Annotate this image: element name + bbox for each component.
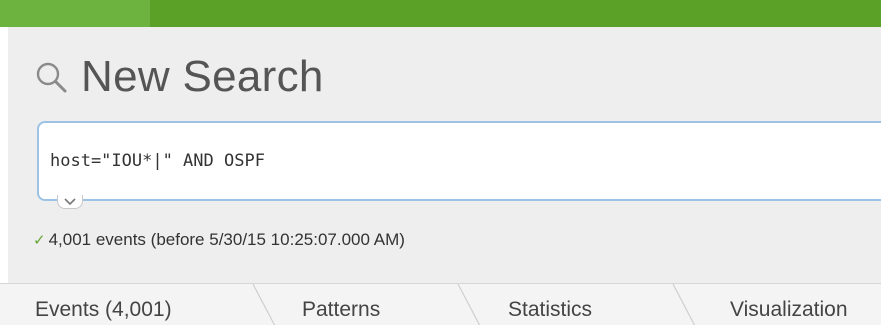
tab-divider: [252, 284, 276, 325]
app-header-accent: [0, 0, 150, 27]
app-header-bar: [0, 0, 881, 27]
search-query-text[interactable]: host="IOU*|" AND OSPF: [50, 151, 265, 171]
event-count-text: 4,001 events (before 5/30/15 10:25:07.00…: [48, 230, 405, 249]
search-icon: [36, 62, 67, 93]
expand-search-button[interactable]: [57, 195, 83, 209]
search-status: ✓ 4,001 events (before 5/30/15 10:25:07.…: [33, 230, 405, 250]
tab-divider: [672, 284, 696, 325]
chevron-down-icon: [64, 197, 76, 205]
tab-statistics[interactable]: Statistics: [508, 298, 592, 322]
page-header: New Search: [33, 52, 324, 102]
tab-divider: [457, 284, 481, 325]
search-input[interactable]: host="IOU*|" AND OSPF: [37, 121, 881, 201]
page-title: New Search: [81, 52, 324, 101]
left-edge: [0, 27, 8, 325]
tab-patterns[interactable]: Patterns: [302, 298, 380, 322]
results-tabs: Events (4,001) Patterns Statistics Visua…: [0, 283, 881, 325]
tab-visualization[interactable]: Visualization: [730, 298, 848, 322]
splunk-search-app: New Search host="IOU*|" AND OSPF ✓ 4,001…: [0, 0, 881, 325]
tab-events[interactable]: Events (4,001): [35, 298, 172, 322]
check-icon: ✓: [33, 232, 46, 249]
